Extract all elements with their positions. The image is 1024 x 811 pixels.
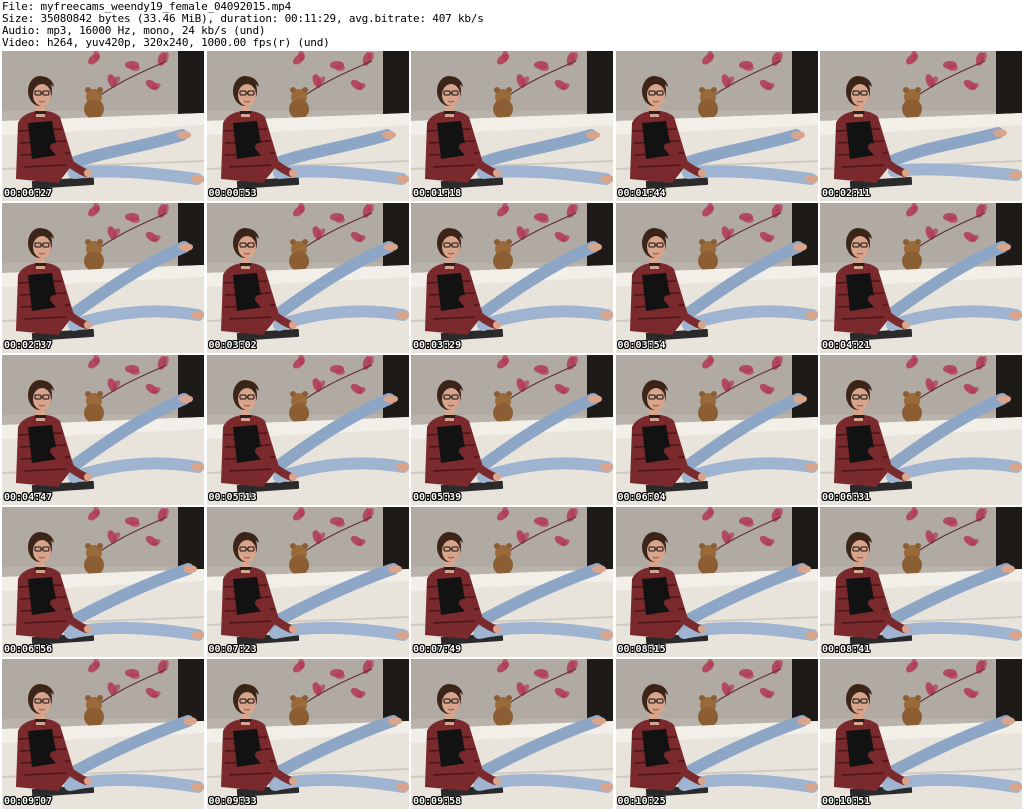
video-frame [2,659,204,809]
video-thumbnail: 00:10:51 [820,659,1022,809]
thumbnail-timestamp: 00:08:41 [822,644,871,655]
thumbnail-timestamp: 00:03:02 [208,340,257,351]
video-frame [820,507,1022,657]
video-thumbnail: 00:07:23 [206,507,409,657]
thumbnail-timestamp: 00:06:56 [4,644,53,655]
file-info-header: File: myfreecams_weendy19_female_0409201… [2,1,1022,49]
video-thumbnail: 00:06:56 [2,507,204,657]
thumbnail-timestamp: 00:01:18 [413,188,462,199]
thumbnail-timestamp: 00:04:47 [4,492,53,503]
video-thumbnail: 00:09:58 [411,659,613,809]
video-thumbnail: 00:00:53 [206,51,409,201]
video-thumbnail: 00:03:02 [206,203,409,353]
video-thumbnail: 00:06:31 [820,355,1022,505]
video-thumbnail: 00:00:27 [2,51,204,201]
video-thumbnail: 00:05:39 [411,355,613,505]
thumbnail-timestamp: 00:10:25 [617,796,666,807]
video-frame [206,203,409,353]
video-thumbnail: 00:03:29 [411,203,613,353]
thumbnail-timestamp: 00:09:07 [4,796,53,807]
thumbnail-timestamp: 00:03:29 [413,340,462,351]
video-frame [615,507,818,657]
video-frame [411,203,613,353]
video-thumbnail: 00:02:37 [2,203,204,353]
thumbnail-timestamp: 00:06:04 [617,492,666,503]
thumbnail-timestamp: 00:05:39 [413,492,462,503]
video-frame [206,355,409,505]
video-thumbnail: 00:05:13 [206,355,409,505]
video-thumbnail: 00:04:47 [2,355,204,505]
video-thumbnail: 00:01:44 [615,51,818,201]
video-frame [411,659,613,809]
video-frame [820,203,1022,353]
video-frame [2,355,204,505]
video-frame [820,659,1022,809]
video-frame [2,51,204,201]
thumbnail-timestamp: 00:02:37 [4,340,53,351]
thumbnail-timestamp: 00:08:15 [617,644,666,655]
video-frame [411,51,613,201]
thumbnail-timestamp: 00:09:33 [208,796,257,807]
video-thumbnail: 00:06:04 [615,355,818,505]
video-frame [206,659,409,809]
video-frame [615,355,818,505]
video-thumbnail: 00:10:25 [615,659,818,809]
video-frame [615,51,818,201]
video-info-line: Video: h264, yuv420p, 320x240, 1000.00 f… [2,36,330,49]
thumbnail-timestamp: 00:07:49 [413,644,462,655]
video-frame [411,507,613,657]
video-thumbnail: 00:03:54 [615,203,818,353]
video-thumbnail: 00:09:07 [2,659,204,809]
thumbnail-timestamp: 00:05:13 [208,492,257,503]
thumbnail-timestamp: 00:10:51 [822,796,871,807]
video-thumbnail: 00:08:41 [820,507,1022,657]
video-thumbnail: 00:01:18 [411,51,613,201]
video-frame [206,507,409,657]
thumbnail-timestamp: 00:06:31 [822,492,871,503]
video-frame [2,507,204,657]
video-thumbnail: 00:02:11 [820,51,1022,201]
video-frame [2,203,204,353]
video-thumbnail: 00:07:49 [411,507,613,657]
video-frame [820,355,1022,505]
thumbnail-timestamp: 00:00:53 [208,188,257,199]
thumbnail-timestamp: 00:03:54 [617,340,666,351]
thumbnail-timestamp: 00:07:23 [208,644,257,655]
video-thumbnail: 00:08:15 [615,507,818,657]
thumbnail-timestamp: 00:04:21 [822,340,871,351]
video-thumbnail: 00:09:33 [206,659,409,809]
video-frame [820,51,1022,201]
thumbnail-timestamp: 00:09:58 [413,796,462,807]
video-frame [411,355,613,505]
thumbnail-grid: 00:00:27 00:00:53 00:01:18 00:01:44 00:02:11… [2,51,1022,809]
video-frame [206,51,409,201]
thumbnail-timestamp: 00:02:11 [822,188,871,199]
thumbnail-timestamp: 00:00:27 [4,188,53,199]
thumbnail-timestamp: 00:01:44 [617,188,666,199]
video-thumbnail: 00:04:21 [820,203,1022,353]
video-frame [615,659,818,809]
video-frame [615,203,818,353]
